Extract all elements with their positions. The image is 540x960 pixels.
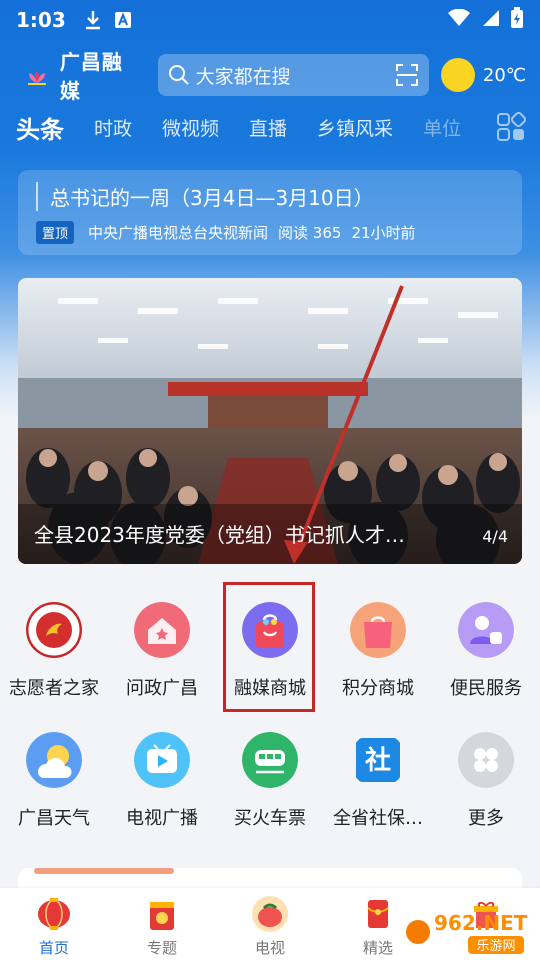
pinned-news-card[interactable]: 总书记的一周（3月4日—3月10日） 置顶 中央广播电视总台央视新闻 阅读 36… bbox=[18, 170, 522, 255]
inquiry-icon bbox=[134, 602, 190, 658]
tab-politics[interactable]: 时政 bbox=[94, 114, 132, 141]
annotation-highlight-box bbox=[223, 582, 315, 712]
persimmon-icon bbox=[252, 896, 288, 932]
channel-manage-icon[interactable] bbox=[496, 112, 526, 142]
service-tv-radio[interactable]: 电视广播 bbox=[108, 720, 216, 850]
tv-icon bbox=[134, 732, 190, 788]
service-train-tickets[interactable]: 买火车票 bbox=[216, 720, 324, 850]
service-label: 问政广昌 bbox=[126, 678, 198, 699]
tab-headlines[interactable]: 头条 bbox=[16, 110, 64, 145]
service-label: 买火车票 bbox=[234, 808, 306, 829]
red-envelope-icon bbox=[367, 900, 389, 928]
tab-townships[interactable]: 乡镇风采 bbox=[317, 114, 393, 141]
service-label: 志愿者之家 bbox=[9, 678, 99, 699]
nav-label: 电视 bbox=[254, 939, 285, 957]
nav-home[interactable]: 首页 bbox=[0, 888, 108, 960]
lotus-logo-icon bbox=[26, 61, 48, 89]
app-header: 广昌融媒 大家都在搜 20℃ bbox=[0, 50, 540, 103]
search-icon bbox=[168, 65, 189, 85]
service-label: 广昌天气 bbox=[18, 808, 90, 829]
watermark-text-top: 962.NET bbox=[434, 911, 528, 935]
nav-label: 专题 bbox=[146, 939, 177, 957]
service-label: 全省社保… bbox=[333, 808, 423, 829]
gift-bag-icon bbox=[150, 902, 174, 930]
status-time: 1:03 bbox=[16, 8, 66, 32]
more-icon bbox=[458, 732, 514, 788]
pinned-news-title: 总书记的一周（3月4日—3月10日） bbox=[36, 182, 504, 211]
search-placeholder: 大家都在搜 bbox=[195, 65, 291, 88]
service-row-2: 广昌天气 电视广播 买火车票 社 全省社保… 更多 bbox=[0, 720, 540, 850]
service-label: 便民服务 bbox=[450, 678, 522, 699]
search-bar[interactable]: 大家都在搜 bbox=[157, 54, 429, 96]
service-volunteer[interactable]: 志愿者之家 bbox=[0, 590, 108, 720]
pinned-badge: 置顶 bbox=[36, 221, 75, 244]
banner-counter: 4/4 bbox=[482, 527, 508, 546]
news-time: 21小时前 bbox=[351, 224, 416, 242]
social-security-icon: 社 bbox=[356, 738, 400, 782]
battery-icon bbox=[510, 7, 524, 33]
train-icon bbox=[242, 732, 298, 788]
app-name: 广昌融媒 bbox=[59, 50, 123, 103]
service-points-mall[interactable]: 积分商城 bbox=[324, 590, 432, 720]
tab-micro-video[interactable]: 微视频 bbox=[162, 114, 219, 141]
weather-icon bbox=[26, 732, 82, 788]
watermark-text-bottom: 乐游网 bbox=[476, 939, 515, 954]
signal-icon bbox=[480, 9, 500, 31]
wifi-icon bbox=[448, 8, 470, 31]
tab-units[interactable]: 单位 bbox=[423, 114, 461, 141]
service-label: 更多 bbox=[468, 808, 504, 829]
channel-tabs: 头条 时政 微视频 直播 乡镇风采 单位 bbox=[0, 104, 540, 150]
temperature: 20℃ bbox=[482, 64, 526, 86]
service-convenience[interactable]: 便民服务 bbox=[432, 590, 540, 720]
app-notification-icon bbox=[114, 11, 132, 29]
lantern-home-icon bbox=[38, 898, 70, 930]
service-weather[interactable]: 广昌天气 bbox=[0, 720, 108, 850]
app-logo[interactable]: 广昌融媒 bbox=[16, 46, 144, 104]
volunteer-emblem-icon bbox=[26, 602, 82, 658]
sun-icon bbox=[440, 58, 475, 92]
banner-caption: 全县2023年度党委（党组）书记抓人才… bbox=[34, 523, 405, 547]
service-social-security[interactable]: 社 全省社保… bbox=[324, 720, 432, 850]
nav-label: 精选 bbox=[362, 939, 393, 957]
nav-tv[interactable]: 电视 bbox=[216, 888, 324, 960]
nav-topics[interactable]: 专题 bbox=[108, 888, 216, 960]
news-reads: 阅读 365 bbox=[278, 224, 342, 242]
service-inquiry[interactable]: 问政广昌 bbox=[108, 590, 216, 720]
download-icon bbox=[84, 10, 102, 30]
status-bar: 1:03 bbox=[0, 0, 540, 40]
watermark-logo: 962.NET 乐游网 bbox=[406, 911, 528, 954]
svg-text:社: 社 bbox=[365, 745, 391, 776]
scan-icon[interactable] bbox=[395, 63, 419, 87]
pinned-news-meta: 置顶 中央广播电视总台央视新闻 阅读 365 21小时前 bbox=[36, 221, 504, 244]
weather-widget[interactable]: 20℃ bbox=[440, 58, 526, 92]
banner-carousel[interactable]: 全县2023年度党委（党组）书记抓人才… 4/4 bbox=[18, 278, 522, 564]
news-source: 中央广播电视总台央视新闻 bbox=[88, 224, 269, 242]
points-bag-icon bbox=[350, 602, 406, 658]
service-label: 电视广播 bbox=[126, 808, 198, 829]
service-label: 积分商城 bbox=[342, 678, 414, 699]
service-more[interactable]: 更多 bbox=[432, 720, 540, 850]
tab-live[interactable]: 直播 bbox=[249, 114, 287, 141]
nav-label: 首页 bbox=[38, 939, 69, 957]
service-people-icon bbox=[458, 602, 514, 658]
